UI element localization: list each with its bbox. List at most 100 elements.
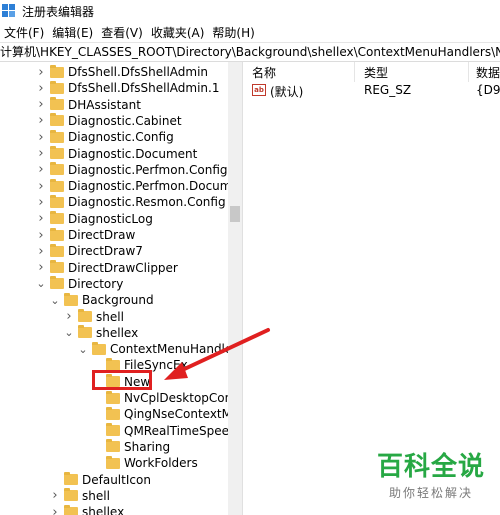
folder-icon: [50, 260, 64, 274]
chevron-down-icon[interactable]: ⌄: [78, 341, 88, 357]
tree-item-label: shell: [82, 488, 110, 503]
chevron-right-icon[interactable]: ›: [36, 260, 46, 276]
column-header-name[interactable]: 名称: [252, 64, 276, 81]
chevron-right-icon[interactable]: ›: [36, 227, 46, 243]
tree-item[interactable]: Sharing: [92, 439, 170, 455]
annotation-highlight-box: [92, 370, 152, 390]
chevron-right-icon[interactable]: ›: [36, 146, 46, 162]
title-bar: 注册表编辑器: [0, 0, 500, 22]
tree-item-label: DiagnosticLog: [68, 211, 153, 226]
folder-icon: [50, 243, 64, 257]
tree-item-label: Diagnostic.Cabinet: [68, 113, 182, 128]
tree-item-label: DfsShell.DfsShellAdmin: [68, 65, 209, 79]
chevron-right-icon[interactable]: ›: [36, 97, 46, 113]
tree-item[interactable]: › shell: [64, 309, 124, 325]
tree-item[interactable]: › Diagnostic.Config: [36, 129, 174, 145]
chevron-right-icon[interactable]: ›: [50, 488, 60, 504]
column-divider[interactable]: [468, 62, 469, 82]
list-header: 名称 类型 数据: [246, 62, 500, 82]
chevron-right-icon[interactable]: ›: [36, 243, 46, 259]
tree-item[interactable]: › Diagnostic.Document: [36, 146, 197, 162]
value-list: 名称 类型 数据 ab (默认) REG_SZ {D96: [246, 62, 500, 515]
tree-item-label: Diagnostic.Resmon.Config: [68, 195, 226, 210]
chevron-down-icon[interactable]: ⌄: [50, 292, 60, 308]
tree-item[interactable]: › Diagnostic.Resmon.Config: [36, 194, 226, 210]
chevron-down-icon[interactable]: ⌄: [64, 325, 74, 341]
chevron-right-icon[interactable]: ›: [36, 129, 46, 145]
folder-icon: [64, 488, 78, 502]
folder-icon: [50, 64, 64, 78]
tree-item[interactable]: › Diagnostic.Perfmon.Config: [36, 162, 228, 178]
chevron-right-icon[interactable]: ›: [36, 64, 46, 80]
chevron-right-icon[interactable]: ›: [36, 194, 46, 210]
tree-item-label: QMRealTimeSpeec: [124, 423, 228, 438]
folder-icon: [92, 341, 106, 355]
folder-icon: [50, 80, 64, 94]
tree-item-label: DefaultIcon: [82, 472, 151, 487]
folder-icon: [50, 113, 64, 127]
folder-icon: [64, 292, 78, 306]
tree-item-label: shell: [96, 309, 124, 324]
chevron-right-icon[interactable]: ›: [36, 80, 46, 96]
folder-icon: [50, 162, 64, 176]
tree-item[interactable]: › DiagnosticLog: [36, 211, 153, 227]
address-bar[interactable]: 计算机\HKEY_CLASSES_ROOT\Directory\Backgrou…: [0, 42, 500, 62]
folder-icon: [50, 211, 64, 225]
folder-icon: [50, 129, 64, 143]
tree-item[interactable]: › shellex: [50, 504, 124, 515]
folder-icon: [78, 325, 92, 339]
tree-item[interactable]: ⌄ shellex: [64, 325, 138, 341]
chevron-right-icon[interactable]: ›: [36, 162, 46, 178]
folder-icon: [106, 406, 120, 420]
tree-item[interactable]: ⌄ Directory: [36, 276, 123, 292]
folder-icon: [106, 439, 120, 453]
tree-item[interactable]: › DirectDraw: [36, 227, 135, 243]
folder-icon: [106, 423, 120, 437]
menu-edit[interactable]: 编辑(E): [48, 24, 97, 41]
tree-item[interactable]: › DHAssistant: [36, 97, 141, 113]
string-value-icon: ab: [252, 84, 266, 96]
tree-item[interactable]: › Diagnostic.Perfmon.Documen: [36, 178, 228, 194]
tree-item[interactable]: › DirectDrawClipper: [36, 260, 178, 276]
chevron-down-icon[interactable]: ⌄: [36, 276, 46, 292]
tree-item[interactable]: › DirectDraw7: [36, 243, 143, 259]
chevron-right-icon[interactable]: ›: [36, 211, 46, 227]
registry-tree[interactable]: › DfsShell.DfsShellAdmin › DfsShell.DfsShel…: [0, 62, 228, 515]
tree-scrollbar[interactable]: [228, 62, 242, 515]
column-header-data[interactable]: 数据: [476, 64, 500, 81]
value-name: (默认): [270, 85, 304, 99]
tree-item-label: Directory: [68, 276, 124, 291]
chevron-right-icon[interactable]: ›: [36, 113, 46, 129]
folder-icon: [50, 178, 64, 192]
folder-icon: [64, 504, 78, 515]
tree-item[interactable]: › DfsShell.DfsShellAdmin.1: [36, 80, 220, 96]
menu-favorites[interactable]: 收藏夹(A): [147, 24, 209, 41]
menu-file[interactable]: 文件(F): [0, 24, 48, 41]
chevron-right-icon[interactable]: ›: [50, 504, 60, 515]
watermark-subtitle: 助你轻松解决: [388, 486, 473, 500]
tree-item[interactable]: NvCplDesktopCont: [92, 390, 228, 406]
tree-item[interactable]: QingNseContextM: [92, 406, 228, 422]
folder-icon: [50, 227, 64, 241]
scrollbar-thumb[interactable]: [230, 206, 240, 222]
column-divider[interactable]: [354, 62, 355, 82]
chevron-right-icon[interactable]: ›: [64, 309, 74, 325]
menu-view[interactable]: 查看(V): [97, 24, 147, 41]
tree-item[interactable]: ⌄ Background: [50, 292, 154, 308]
column-header-type[interactable]: 类型: [364, 64, 388, 81]
folder-icon: [50, 97, 64, 111]
tree-item[interactable]: › shell: [50, 488, 110, 504]
chevron-right-icon[interactable]: ›: [36, 178, 46, 194]
watermark-logo: 百科全说 助你轻松解决: [372, 452, 490, 501]
tree-item[interactable]: › DfsShell.DfsShellAdmin: [36, 64, 208, 80]
value-row[interactable]: ab (默认) REG_SZ {D96: [246, 82, 500, 100]
tree-item-label: Background: [82, 293, 154, 308]
tree-item[interactable]: WorkFolders: [92, 455, 198, 471]
menu-help[interactable]: 帮助(H): [208, 24, 258, 41]
tree-item-label: NvCplDesktopCont: [124, 391, 228, 405]
tree-item[interactable]: QMRealTimeSpeec: [92, 423, 228, 439]
tree-item[interactable]: ⌄ ContextMenuHandle: [78, 341, 228, 357]
tree-item[interactable]: › Diagnostic.Cabinet: [36, 113, 182, 129]
tree-item[interactable]: DefaultIcon: [50, 472, 151, 488]
registry-editor-icon: [2, 4, 16, 18]
